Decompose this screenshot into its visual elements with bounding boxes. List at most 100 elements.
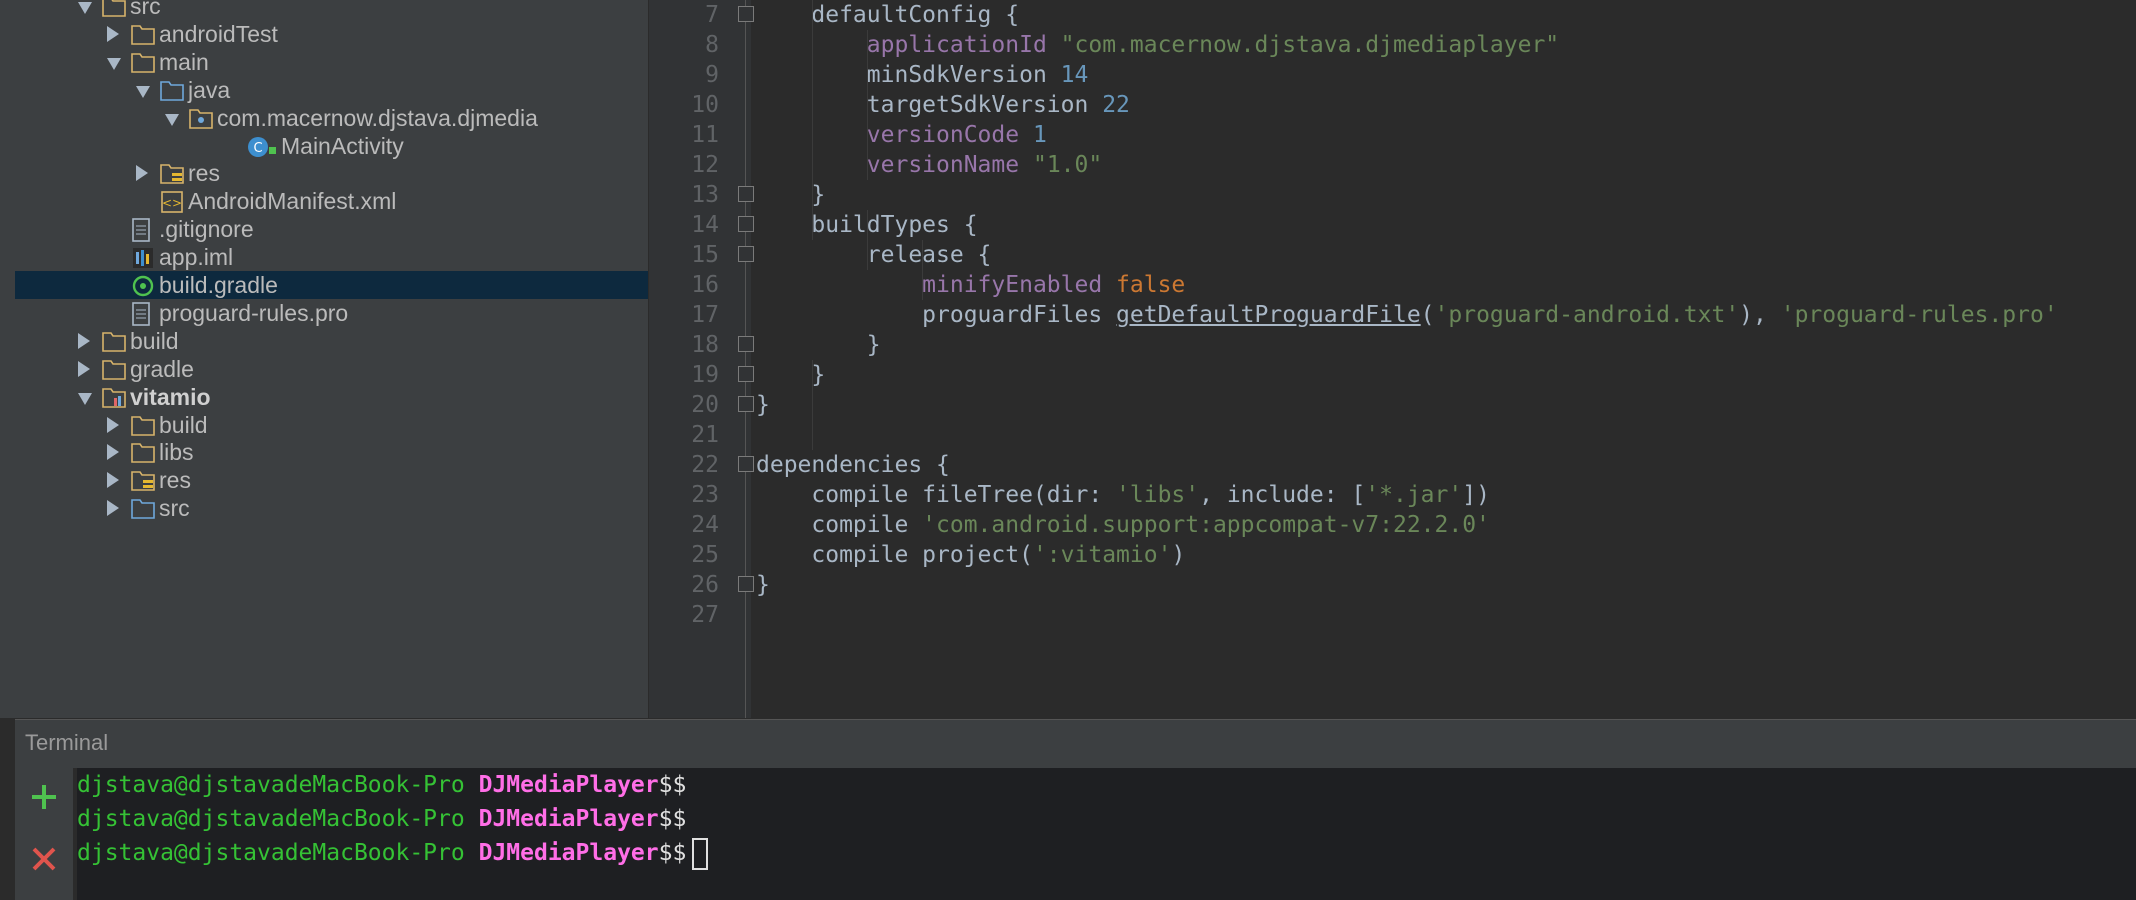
terminal-cursor[interactable] xyxy=(692,837,709,870)
resource-folder-icon xyxy=(160,162,184,185)
tree-item-mainactivity[interactable]: C MainActivity xyxy=(15,132,648,160)
chevron-down-icon[interactable] xyxy=(78,392,92,405)
fold-close-icon[interactable] xyxy=(738,576,754,592)
fold-open-icon[interactable] xyxy=(738,456,754,472)
code-line[interactable]: } xyxy=(756,570,2136,600)
prompt-dir: DJMediaPlayer xyxy=(478,772,659,798)
chevron-right-icon[interactable] xyxy=(107,500,119,517)
tree-item-androidmanifest-xml[interactable]: <> AndroidManifest.xml xyxy=(15,187,648,215)
tree-item-java[interactable]: java xyxy=(15,76,648,104)
code-line[interactable]: } xyxy=(756,390,2136,420)
tree-item-res[interactable]: res xyxy=(15,466,648,494)
tree-item-res[interactable]: res xyxy=(15,159,648,187)
code-line[interactable]: } xyxy=(756,330,2136,360)
gradle-file-icon xyxy=(131,274,155,297)
tree-item-build[interactable]: build xyxy=(15,411,648,439)
code-line[interactable]: versionCode 1 xyxy=(756,120,2136,150)
code-editor[interactable]: 7 8 9 10 11 12 13 14 15 16 17 18 19 20 21 22 23 24 25 26 27 … xyxy=(649,0,2136,718)
code-line[interactable]: defaultConfig { xyxy=(756,0,2136,30)
fold-column xyxy=(731,0,751,718)
code-line[interactable]: minSdkVersion 14 xyxy=(756,60,2136,90)
tree-item-label: java xyxy=(188,76,231,103)
plus-icon[interactable] xyxy=(29,782,59,812)
tree-item-app-iml[interactable]: app.iml xyxy=(15,243,648,271)
tree-item-vitamio[interactable]: vitamio xyxy=(15,383,648,411)
fold-close-icon[interactable] xyxy=(738,366,754,382)
line-number: 15 xyxy=(691,242,719,268)
tree-item-label: build.gradle xyxy=(159,272,278,298)
terminal-output[interactable]: djstava@djstavadeMacBook-Pro DJMediaPlay… xyxy=(77,768,2136,900)
close-icon[interactable] xyxy=(29,844,59,874)
chevron-right-icon[interactable] xyxy=(78,360,90,377)
fold-open-icon[interactable] xyxy=(738,6,754,22)
code-line[interactable]: applicationId "com.macernow.djstava.djme… xyxy=(756,30,2136,60)
code-line[interactable] xyxy=(756,420,2136,450)
code-line[interactable]: } xyxy=(756,180,2136,210)
code-line[interactable]: proguardFiles getDefaultProguardFile('pr… xyxy=(756,300,2136,330)
tree-item-build[interactable]: build xyxy=(15,327,648,355)
chevron-right-icon[interactable] xyxy=(107,416,119,433)
folder-icon xyxy=(102,358,126,380)
module-icon xyxy=(102,386,126,408)
tree-item-proguard-rules-pro[interactable]: proguard-rules.pro xyxy=(15,299,648,327)
folder-icon xyxy=(102,0,126,17)
line-number: 13 xyxy=(691,182,719,208)
tree-item-libs[interactable]: libs xyxy=(15,438,648,466)
terminal-title: Terminal xyxy=(25,730,109,755)
code-line[interactable]: dependencies { xyxy=(756,450,2136,480)
text-file-icon xyxy=(131,218,155,242)
line-number: 7 xyxy=(705,2,719,28)
code-token: "1.0" xyxy=(1032,152,1103,178)
fold-close-icon[interactable] xyxy=(738,186,754,202)
indent-guide xyxy=(867,30,868,180)
indent-guide xyxy=(922,240,923,300)
chevron-down-icon[interactable] xyxy=(107,57,121,70)
code-line[interactable]: release { xyxy=(756,240,2136,270)
code-line[interactable] xyxy=(756,600,2136,630)
line-number: 17 xyxy=(691,302,719,328)
tree-item--gitignore[interactable]: .gitignore xyxy=(15,215,648,243)
code-token: proguardFiles xyxy=(756,302,1117,328)
tree-item-main[interactable]: main xyxy=(15,48,648,76)
line-number: 10 xyxy=(691,92,719,118)
chevron-down-icon[interactable] xyxy=(165,113,179,126)
code-line[interactable]: } xyxy=(756,360,2136,390)
fold-close-icon[interactable] xyxy=(738,336,754,352)
code-token: , include: [ xyxy=(1199,482,1366,508)
prompt-user: djstava@djstavadeMacBook-Pro xyxy=(77,840,465,866)
code-token: versionCode xyxy=(866,122,1020,148)
source-folder-icon xyxy=(160,79,184,101)
tree-item-com-macernow-djstava-djmedia[interactable]: com.macernow.djstava.djmedia xyxy=(15,104,648,132)
code-token: versionName xyxy=(866,152,1020,178)
tree-item-src[interactable]: src xyxy=(15,0,648,20)
code-line[interactable]: versionName "1.0" xyxy=(756,150,2136,180)
tree-item-build-gradle[interactable]: build.gradle xyxy=(15,271,648,299)
line-number: 21 xyxy=(691,422,719,448)
chevron-down-icon[interactable] xyxy=(78,2,92,14)
tree-item-label: gradle xyxy=(130,355,194,382)
fold-open-icon[interactable] xyxy=(738,246,754,262)
code-token: ]) xyxy=(1462,482,1490,508)
code-line[interactable]: compile 'com.android.support:appcompat-v… xyxy=(756,510,2136,540)
tool-window-strip xyxy=(0,0,16,718)
tree-item-gradle[interactable]: gradle xyxy=(15,355,648,383)
tree-item-label: .gitignore xyxy=(159,216,254,243)
tree-item-label: src xyxy=(159,495,190,522)
code-token: targetSdkVersion xyxy=(756,92,1103,118)
code-line[interactable]: buildTypes { xyxy=(756,210,2136,240)
tree-item-src[interactable]: src xyxy=(15,494,648,522)
tree-item-label: main xyxy=(159,48,209,75)
code-line[interactable]: compile project(':vitamio') xyxy=(756,540,2136,570)
chevron-down-icon[interactable] xyxy=(136,85,150,98)
code-line[interactable]: compile fileTree(dir: 'libs', include: [… xyxy=(756,480,2136,510)
chevron-right-icon[interactable] xyxy=(107,472,119,489)
tree-item-androidtest[interactable]: androidTest xyxy=(15,20,648,48)
code-line[interactable]: targetSdkVersion 22 xyxy=(756,90,2136,120)
fold-open-icon[interactable] xyxy=(738,216,754,232)
chevron-right-icon[interactable] xyxy=(78,332,90,349)
chevron-right-icon[interactable] xyxy=(136,165,148,182)
chevron-right-icon[interactable] xyxy=(107,444,119,461)
fold-close-icon[interactable] xyxy=(738,396,754,412)
chevron-right-icon[interactable] xyxy=(107,25,119,42)
code-line[interactable]: minifyEnabled false xyxy=(756,270,2136,300)
